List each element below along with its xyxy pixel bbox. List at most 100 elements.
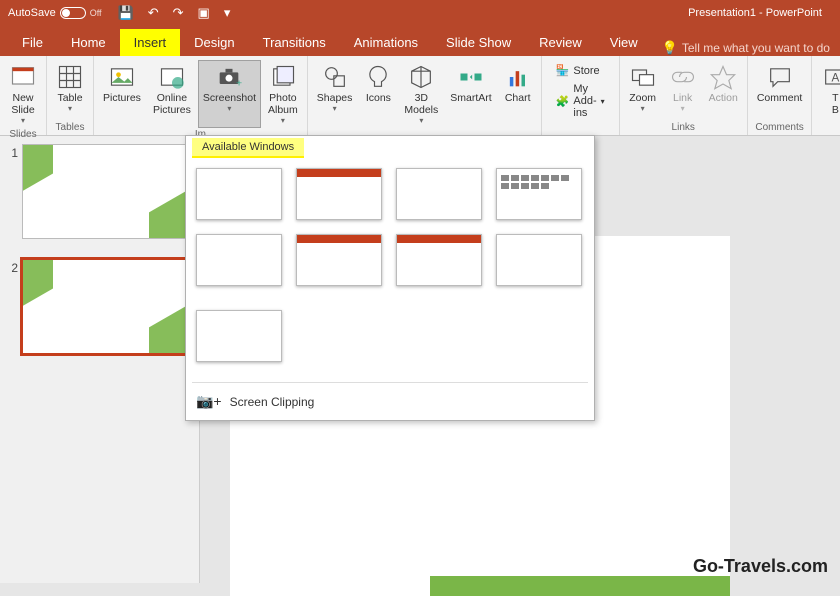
tab-insert[interactable]: Insert	[120, 29, 181, 56]
3d-models-button[interactable]: 3D Models ▾	[399, 60, 443, 128]
chevron-down-icon: ▾	[601, 97, 605, 106]
icons-label: Icons	[366, 92, 391, 104]
autosave-state: Off	[90, 8, 102, 18]
slide-thumbnail-2[interactable]	[22, 259, 190, 354]
ribbon-tab-bar: File Home Insert Design Transitions Anim…	[0, 26, 840, 56]
store-icon: 🏪	[556, 64, 570, 77]
smartart-icon	[457, 63, 485, 91]
dropdown-header: Available Windows	[192, 138, 304, 158]
photo-album-button[interactable]: Photo Album ▾	[263, 60, 303, 128]
chart-button[interactable]: Chart	[499, 60, 537, 128]
tab-slide-show[interactable]: Slide Show	[432, 29, 525, 56]
store-label: Store	[573, 65, 599, 77]
slide-thumbnail-row: 2	[4, 259, 195, 354]
autosave-label: AutoSave	[8, 7, 56, 19]
tab-home[interactable]: Home	[57, 29, 120, 56]
tab-animations[interactable]: Animations	[340, 29, 432, 56]
text-box-button-truncated[interactable]: A T B	[816, 60, 840, 121]
new-slide-button[interactable]: New Slide ▾	[4, 60, 42, 128]
tell-me-label: Tell me what you want to do	[682, 41, 830, 55]
group-label-slides: Slides	[4, 128, 42, 140]
tab-design[interactable]: Design	[180, 29, 248, 56]
my-addins-button[interactable]: 🧩 My Add-ins ▾	[552, 81, 609, 121]
photo-album-label: Photo Album	[268, 92, 298, 116]
undo-icon[interactable]: ↶	[148, 5, 159, 21]
slide-thumbnail-row: 1	[4, 144, 195, 239]
window-thumbnail[interactable]	[196, 234, 282, 286]
tab-transitions[interactable]: Transitions	[249, 29, 340, 56]
window-thumbnail[interactable]	[496, 234, 582, 286]
ribbon-group-images: Pictures Online Pictures + Screenshot ▾ …	[94, 56, 308, 135]
window-thumbnail[interactable]	[296, 234, 382, 286]
zoom-button[interactable]: Zoom ▾	[624, 60, 662, 121]
shapes-label: Shapes	[317, 92, 353, 104]
link-icon	[669, 63, 697, 91]
pictures-label: Pictures	[103, 92, 141, 104]
store-button[interactable]: 🏪 Store	[552, 62, 609, 79]
group-label-tables: Tables	[51, 121, 89, 133]
comment-button[interactable]: Comment	[752, 60, 808, 121]
lightbulb-icon: 💡	[662, 40, 678, 56]
window-thumbnail[interactable]	[496, 168, 582, 220]
screen-clipping-icon: 📷+	[196, 393, 222, 410]
redo-icon[interactable]: ↷	[173, 5, 184, 21]
slide-number: 1	[4, 144, 22, 160]
save-icon[interactable]: 💾	[118, 5, 134, 21]
slide-number: 2	[4, 259, 22, 275]
present-from-start-icon[interactable]: ▣	[198, 5, 210, 21]
ribbon-group-illustrations: Shapes ▾ Icons 3D Models ▾ SmartArt Char…	[308, 56, 542, 135]
ribbon-group-comments: Comment Comments	[748, 56, 813, 135]
tab-view[interactable]: View	[596, 29, 652, 56]
text-box-icon: A	[821, 63, 840, 91]
tell-me-search[interactable]: 💡 Tell me what you want to do	[662, 40, 830, 56]
new-slide-label: New Slide	[11, 92, 34, 116]
ribbon-group-slides: New Slide ▾ Slides	[0, 56, 47, 135]
window-thumbnail[interactable]	[396, 168, 482, 220]
smartart-label: SmartArt	[450, 92, 491, 104]
screen-clipping-label: Screen Clipping	[230, 395, 315, 409]
chevron-down-icon: ▾	[681, 104, 685, 113]
chart-label: Chart	[505, 92, 531, 104]
qat-more-icon[interactable]: ▾	[224, 5, 231, 21]
title-bar: AutoSave Off 💾 ↶ ↷ ▣ ▾ Presentation1 - P…	[0, 0, 840, 26]
online-pictures-button[interactable]: Online Pictures	[148, 60, 196, 128]
screenshot-dropdown: Available Windows 📷+ Screen Clipping	[185, 135, 595, 421]
screenshot-button[interactable]: + Screenshot ▾	[198, 60, 261, 128]
chevron-down-icon: ▾	[641, 104, 645, 113]
chevron-down-icon: ▾	[21, 116, 25, 125]
tab-review[interactable]: Review	[525, 29, 596, 56]
action-label: Action	[709, 92, 738, 104]
table-button[interactable]: Table ▾	[51, 60, 89, 121]
addins-icon: 🧩	[556, 95, 570, 108]
window-thumbnail[interactable]	[296, 168, 382, 220]
screenshot-icon: +	[215, 63, 243, 91]
chevron-down-icon: ▾	[419, 116, 423, 125]
svg-text:+: +	[236, 77, 242, 89]
online-pictures-icon	[158, 63, 186, 91]
window-thumbnail[interactable]	[196, 310, 282, 362]
link-button[interactable]: Link ▾	[664, 60, 702, 121]
chart-icon	[504, 63, 532, 91]
ribbon: New Slide ▾ Slides Table ▾ Tables Pictur…	[0, 56, 840, 136]
table-icon	[56, 63, 84, 91]
ribbon-group-links: Zoom ▾ Link ▾ Action Links	[620, 56, 748, 135]
text-box-label-truncated: T B	[832, 92, 839, 116]
smartart-button[interactable]: SmartArt	[445, 60, 496, 128]
window-thumbnail[interactable]	[196, 168, 282, 220]
pictures-button[interactable]: Pictures	[98, 60, 146, 128]
slide-thumbnail-1[interactable]	[22, 144, 190, 239]
screen-clipping-button[interactable]: 📷+ Screen Clipping	[186, 385, 594, 420]
icons-button[interactable]: Icons	[359, 60, 397, 128]
cube-icon	[407, 63, 435, 91]
action-button[interactable]: Action	[704, 60, 743, 121]
online-pictures-label: Online Pictures	[153, 92, 191, 116]
chevron-down-icon: ▾	[281, 116, 285, 125]
ribbon-group-addins: 🏪 Store 🧩 My Add-ins ▾	[542, 56, 620, 135]
window-thumbnail[interactable]	[396, 234, 482, 286]
icons-icon	[364, 63, 392, 91]
shapes-button[interactable]: Shapes ▾	[312, 60, 358, 128]
tab-file[interactable]: File	[8, 29, 57, 56]
available-windows-grid	[186, 160, 594, 380]
document-title: Presentation1 - PowerPoint	[688, 7, 822, 19]
autosave-toggle[interactable]: AutoSave Off	[8, 7, 102, 19]
